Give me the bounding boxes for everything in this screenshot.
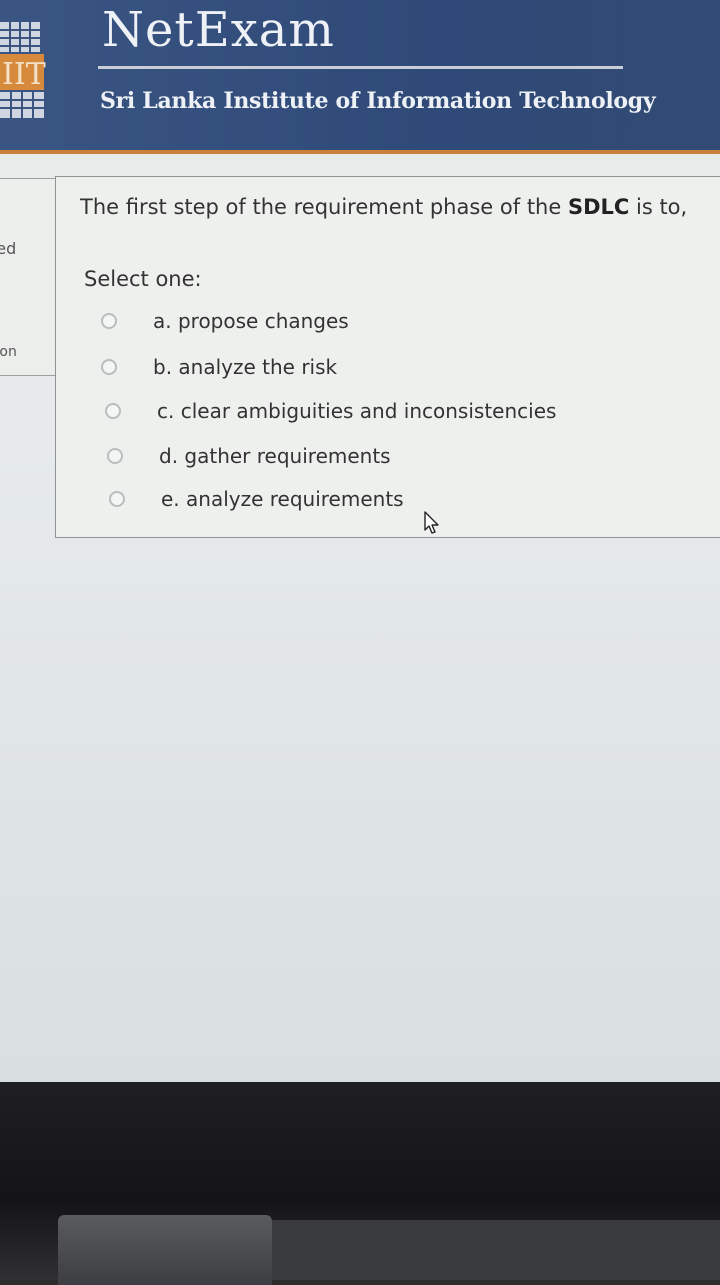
brand-title: NetExam bbox=[102, 2, 335, 58]
option-label: d. gather requirements bbox=[159, 444, 391, 468]
option-label: a. propose changes bbox=[153, 309, 349, 333]
question-text-part: is to, bbox=[629, 195, 688, 219]
monitor-stand bbox=[58, 1215, 272, 1285]
sidebar-item-label: red bbox=[0, 239, 17, 258]
sliit-logo-icon: IIT bbox=[0, 22, 46, 118]
desk-surface bbox=[272, 1220, 720, 1280]
radio-button[interactable] bbox=[101, 313, 117, 329]
option-label: c. clear ambiguities and inconsistencies bbox=[157, 399, 557, 423]
answer-option-b[interactable]: b. analyze the risk bbox=[101, 352, 337, 382]
answer-option-d[interactable]: d. gather requirements bbox=[107, 441, 391, 471]
radio-button[interactable] bbox=[109, 491, 125, 507]
question-text: The first step of the requirement phase … bbox=[80, 195, 720, 219]
select-one-label: Select one: bbox=[84, 267, 202, 291]
institution-name: Sri Lanka Institute of Information Techn… bbox=[100, 88, 656, 114]
screen: IIT NetExam Sri Lanka Institute of Infor… bbox=[0, 0, 720, 1082]
option-label: b. analyze the risk bbox=[153, 355, 338, 379]
mouse-pointer-icon bbox=[424, 511, 439, 534]
sidebar-item-label: tion bbox=[0, 344, 17, 360]
radio-button[interactable] bbox=[101, 359, 117, 375]
option-label: e. analyze requirements bbox=[161, 487, 404, 511]
svg-text:IIT: IIT bbox=[2, 57, 46, 92]
answer-option-e[interactable]: e. analyze requirements bbox=[109, 484, 404, 514]
quiz-info-panel: red tion bbox=[0, 178, 59, 376]
header-divider bbox=[98, 66, 623, 69]
site-header: IIT NetExam Sri Lanka Institute of Infor… bbox=[0, 0, 720, 154]
answer-option-c[interactable]: c. clear ambiguities and inconsistencies bbox=[105, 396, 556, 426]
question-text-part: The first step of the requirement phase … bbox=[80, 195, 568, 219]
radio-button[interactable] bbox=[105, 403, 121, 419]
question-emphasis: SDLC bbox=[567, 195, 630, 219]
question-card: The first step of the requirement phase … bbox=[55, 176, 720, 538]
answer-option-a[interactable]: a. propose changes bbox=[101, 306, 349, 336]
radio-button[interactable] bbox=[107, 448, 123, 464]
